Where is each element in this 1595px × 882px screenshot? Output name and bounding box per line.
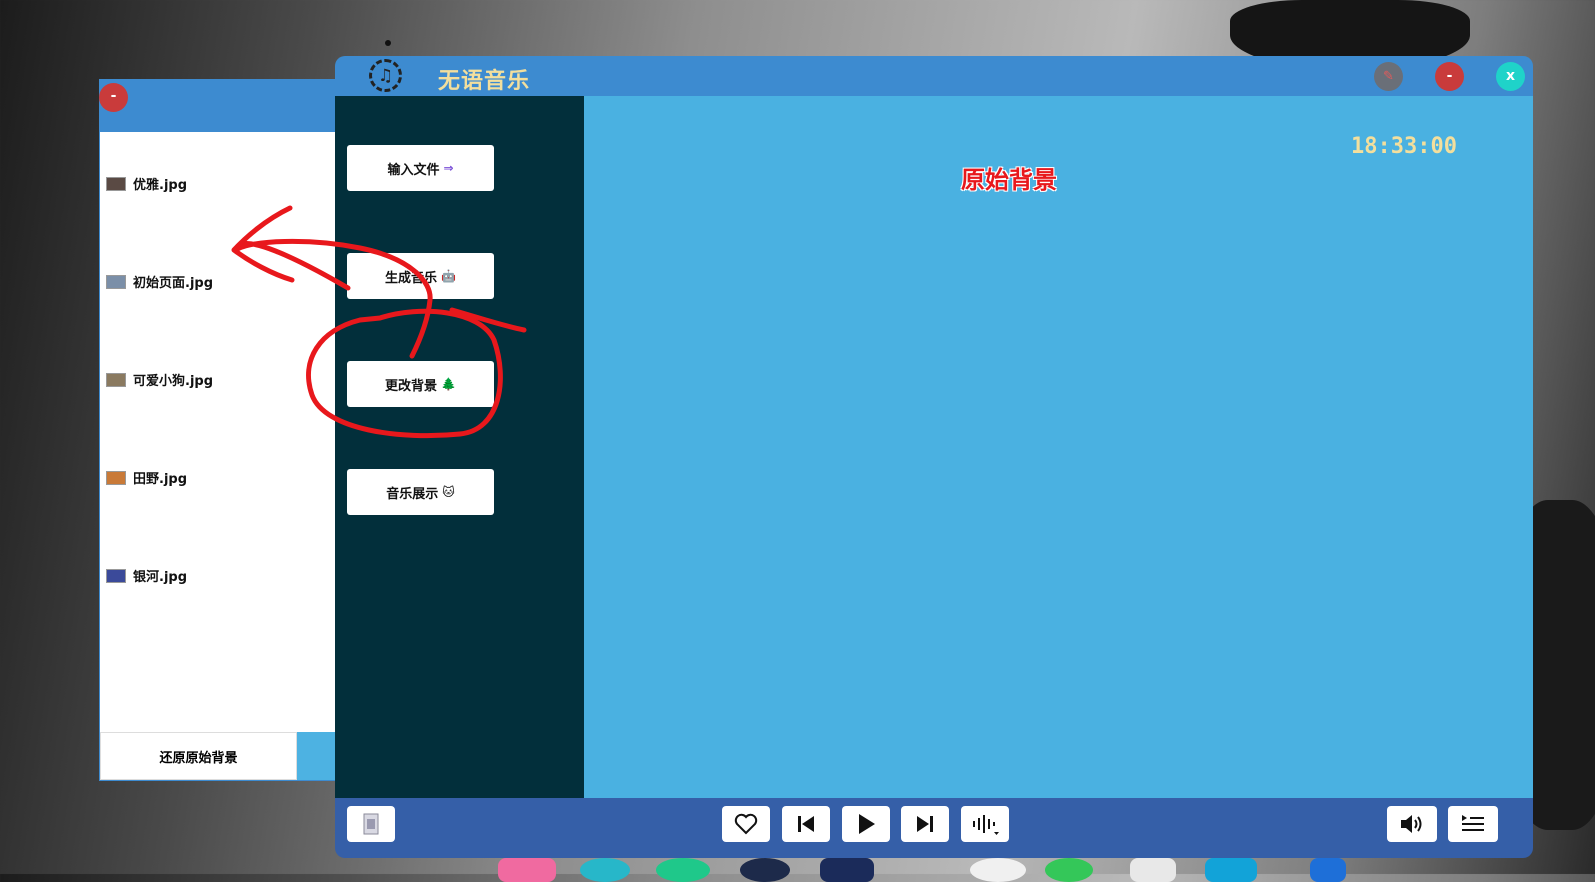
image-thumbnail [106, 176, 126, 191]
minimize-button[interactable]: - [1435, 62, 1464, 91]
main-window: ♫ 无语音乐 ✎ - x 输入文件 ⇒ 生成音乐 🤖 更改背景 🌲 音乐展示 🐱… [335, 56, 1533, 858]
dock-app-icon[interactable] [1310, 858, 1346, 882]
image-thumbnail [106, 274, 126, 289]
sidebar: 输入文件 ⇒ 生成音乐 🤖 更改背景 🌲 音乐展示 🐱 [335, 96, 584, 798]
dock-app-icon[interactable] [498, 858, 556, 882]
background-item[interactable]: 田野.jpg [106, 468, 187, 487]
arrow-right-icon: ⇒ [443, 161, 454, 175]
next-icon [917, 816, 933, 832]
pin-button[interactable]: ✎ [1374, 62, 1403, 91]
image-thumbnail [106, 568, 126, 583]
app-title: 无语音乐 [438, 69, 531, 94]
dock-app-icon[interactable] [1130, 858, 1176, 882]
background-item-label: 田野.jpg [133, 472, 188, 487]
background-item[interactable]: 初始页面.jpg [106, 272, 213, 291]
volume-icon [1401, 815, 1422, 833]
dock-app-icon[interactable] [580, 858, 630, 882]
like-icon [734, 813, 758, 835]
sidebar-item-label: 更改背景 [385, 378, 438, 394]
background-item-label: 银河.jpg [133, 570, 188, 585]
playlist-button[interactable] [1448, 806, 1498, 842]
close-button[interactable]: x [1496, 62, 1525, 91]
album-cover-button[interactable] [347, 806, 395, 842]
dock-app-icon[interactable] [740, 858, 790, 882]
next-button[interactable] [901, 806, 949, 842]
background-item[interactable]: 优雅.jpg [106, 174, 187, 193]
dock-app-icon[interactable] [656, 858, 710, 882]
background-name-label: 原始背景 [961, 166, 1057, 194]
dock-app-icon[interactable] [820, 858, 874, 882]
equalizer-icon [973, 815, 999, 835]
background-item[interactable]: 银河.jpg [106, 566, 187, 585]
dock-app-icon[interactable] [1045, 858, 1093, 882]
pin-icon: ✎ [1383, 69, 1394, 84]
background-item[interactable]: 可爱小狗.jpg [106, 370, 213, 389]
background-panel: - 优雅.jpg 初始页面.jpg 可爱小狗.jpg 田野.jpg 银河.jpg… [99, 79, 342, 781]
background-panel-header: - [99, 80, 340, 132]
title-bar[interactable]: ♫ 无语音乐 ✎ - x [335, 56, 1533, 96]
sidebar-item-change-background[interactable]: 更改背景 🌲 [347, 361, 494, 407]
music-note-icon: ♫ [369, 59, 402, 92]
play-button[interactable] [842, 806, 890, 842]
tree-icon: 🌲 [441, 377, 456, 391]
equalizer-button[interactable] [961, 806, 1009, 842]
background-item-label: 初始页面.jpg [133, 276, 214, 291]
playlist-icon [1462, 815, 1484, 831]
image-thumbnail [106, 470, 126, 485]
sidebar-item-label: 输入文件 [387, 162, 440, 178]
wallpaper-dot [385, 40, 391, 46]
cat-icon: 🐱 [442, 485, 455, 499]
desktop: { "app": {"title": "无语音乐", "logo_icon": … [0, 0, 1595, 882]
sidebar-item-label: 生成音乐 [385, 270, 438, 286]
sidebar-item-input-file[interactable]: 输入文件 ⇒ [347, 145, 494, 191]
play-icon [859, 814, 875, 834]
previous-icon [798, 816, 814, 832]
sidebar-item-music-display[interactable]: 音乐展示 🐱 [347, 469, 494, 515]
sidebar-item-label: 音乐展示 [386, 486, 439, 502]
content-area: 18:33:00 原始背景 [584, 96, 1533, 798]
background-item-label: 可爱小狗.jpg [133, 374, 214, 389]
clock: 18:33:00 [1351, 134, 1457, 159]
volume-button[interactable] [1387, 806, 1437, 842]
like-button[interactable] [722, 806, 770, 842]
dock-app-icon[interactable] [1205, 858, 1257, 882]
panel-minimize-button[interactable]: - [99, 83, 128, 112]
previous-button[interactable] [782, 806, 830, 842]
robot-icon: 🤖 [441, 269, 456, 283]
dock-app-icon[interactable] [970, 858, 1026, 882]
image-thumbnail [106, 372, 126, 387]
background-item-label: 优雅.jpg [133, 178, 188, 193]
album-cover-icon [363, 813, 379, 835]
player-bar [335, 798, 1533, 858]
restore-background-button[interactable]: 还原原始背景 [100, 732, 297, 780]
sidebar-item-generate-music[interactable]: 生成音乐 🤖 [347, 253, 494, 299]
